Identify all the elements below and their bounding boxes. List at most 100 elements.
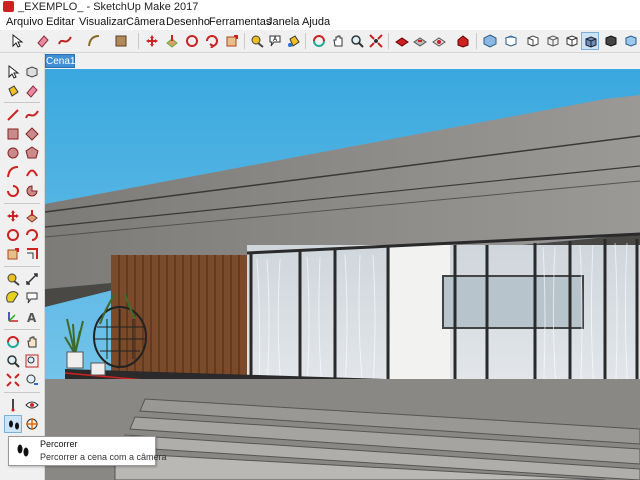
- polygon-icon: [25, 146, 39, 159]
- rectangle-icon: [7, 128, 19, 140]
- three-point-arc-button[interactable]: [4, 182, 22, 200]
- arc-button[interactable]: [4, 163, 22, 181]
- house-render: [45, 69, 640, 480]
- menu-desenho[interactable]: Desenho: [166, 14, 210, 30]
- tooltip-title: Percorrer: [40, 439, 78, 449]
- 3d-warehouse-button[interactable]: [393, 32, 411, 50]
- xray-style-button[interactable]: [622, 32, 640, 50]
- menu-editar[interactable]: Editar: [46, 14, 75, 30]
- menu-visualizar[interactable]: Visualizar: [79, 14, 127, 30]
- title-bar: _EXEMPLO_ - SketchUp Make 2017: [0, 0, 640, 14]
- pan-tool-button[interactable]: [329, 32, 347, 50]
- front-view-icon: [527, 35, 539, 47]
- look-around-button[interactable]: [23, 396, 41, 414]
- share-component-button[interactable]: [430, 32, 448, 50]
- xray-style-icon: [625, 35, 637, 47]
- make-component-button[interactable]: [23, 63, 41, 81]
- pushpull-icon: [166, 35, 178, 48]
- tape-measure-tool-button[interactable]: [248, 32, 266, 50]
- orbit-tool-button[interactable]: [310, 32, 328, 50]
- circle-button[interactable]: [4, 144, 22, 162]
- paint-bucket-tool-button[interactable]: [285, 32, 303, 50]
- extension-warehouse-button[interactable]: [454, 32, 472, 50]
- three-point-arc-icon: [7, 185, 19, 197]
- 3d-text-button[interactable]: A: [23, 308, 41, 326]
- iso-view-button[interactable]: [481, 32, 499, 50]
- rectangle-icon: [115, 35, 127, 47]
- rectangle-button[interactable]: [4, 125, 22, 143]
- zoom-button[interactable]: [4, 352, 22, 370]
- move-tool-button[interactable]: [143, 32, 161, 50]
- main-toolbar: A: [0, 30, 640, 53]
- circle-icon: [7, 147, 19, 159]
- menu-ajuda[interactable]: Ajuda: [302, 14, 330, 30]
- menu-janela[interactable]: Janela: [267, 14, 299, 30]
- freehand-tool-button[interactable]: [56, 32, 74, 50]
- two-point-arc-button[interactable]: [23, 163, 41, 181]
- interior-window: [442, 275, 584, 329]
- pushpull-button[interactable]: [23, 207, 41, 225]
- dimension-button[interactable]: [23, 270, 41, 288]
- walk-button[interactable]: [4, 415, 22, 433]
- orbit-button[interactable]: [4, 333, 22, 351]
- freehand-button[interactable]: [23, 106, 41, 124]
- share-model-button[interactable]: [411, 32, 429, 50]
- followme-button[interactable]: [23, 226, 41, 244]
- rotated-rectangle-icon: [25, 127, 39, 141]
- rectangle-tool-button[interactable]: [112, 32, 130, 50]
- eraser-icon: [37, 35, 49, 48]
- position-camera-button[interactable]: [4, 396, 22, 414]
- polygon-button[interactable]: [23, 144, 41, 162]
- eraser-button[interactable]: [23, 82, 41, 100]
- rotated-rectangle-button[interactable]: [23, 125, 41, 143]
- dimension-icon: [26, 273, 38, 285]
- text-button[interactable]: [23, 289, 41, 307]
- tape-measure-button[interactable]: [4, 270, 22, 288]
- axes-button[interactable]: [4, 308, 22, 326]
- freehand-icon: [25, 110, 39, 119]
- zoom-extents-button[interactable]: [4, 371, 22, 389]
- zoom-extents-tool-button[interactable]: [367, 32, 385, 50]
- eraser-tool-button[interactable]: [34, 32, 52, 50]
- front-view-button[interactable]: [524, 32, 542, 50]
- pie-button[interactable]: [23, 182, 41, 200]
- line-tool-button[interactable]: [4, 106, 22, 124]
- shaded-textures-style-button[interactable]: [581, 32, 599, 50]
- hidden-line-style-button[interactable]: [563, 32, 581, 50]
- wireframe-style-button[interactable]: [544, 32, 562, 50]
- menu-camera[interactable]: Câmera: [126, 14, 165, 30]
- text-tool-button[interactable]: A: [266, 32, 284, 50]
- monochrome-style-button[interactable]: [602, 32, 620, 50]
- walk-footprints-icon: [17, 444, 29, 457]
- zoom-tool-button[interactable]: [348, 32, 366, 50]
- top-view-button[interactable]: [502, 32, 520, 50]
- scale-button[interactable]: [4, 245, 22, 263]
- previous-view-button[interactable]: [23, 371, 41, 389]
- section-plane-button[interactable]: [23, 415, 41, 433]
- toolbar-separator: [388, 33, 389, 49]
- text-label-icon: A: [269, 35, 281, 47]
- scene-tab-cena1[interactable]: Cena1: [45, 54, 75, 68]
- select-tool-button[interactable]: [8, 32, 26, 50]
- protractor-button[interactable]: [4, 289, 22, 307]
- pushpull-tool-button[interactable]: [163, 32, 181, 50]
- paint-bucket-button[interactable]: [4, 82, 22, 100]
- rotate-tool-button[interactable]: [183, 32, 201, 50]
- pan-button[interactable]: [23, 333, 41, 351]
- select-tool-button[interactable]: [4, 63, 22, 81]
- menu-ferramentas[interactable]: Ferramentas: [209, 14, 271, 30]
- move-button[interactable]: [4, 207, 22, 225]
- rotate-button[interactable]: [4, 226, 22, 244]
- model-viewport[interactable]: [45, 69, 640, 480]
- offset-button[interactable]: [23, 245, 41, 263]
- two-point-arc-icon: [26, 169, 38, 177]
- followme-tool-button[interactable]: [203, 32, 221, 50]
- zoom-window-button[interactable]: [23, 352, 41, 370]
- section-plane-icon: [26, 418, 38, 430]
- scale-tool-button[interactable]: [223, 32, 241, 50]
- hidden-line-style-icon: [566, 35, 578, 47]
- arc-tool-button[interactable]: [85, 32, 103, 50]
- menu-arquivo[interactable]: Arquivo: [6, 14, 43, 30]
- toolbar-separator: [4, 102, 40, 103]
- select-arrow-icon: [8, 65, 20, 79]
